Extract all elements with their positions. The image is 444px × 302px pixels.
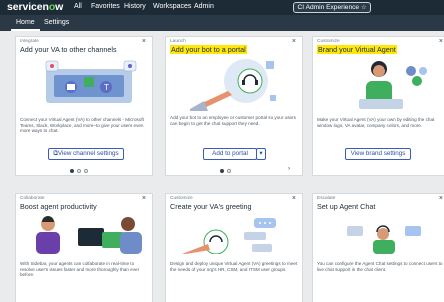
card-category: Escalate <box>317 196 336 201</box>
nav-favorites[interactable]: Favorites <box>91 3 120 10</box>
card-va-greeting: Customize × Create your VA's greeting De… <box>165 193 303 302</box>
tab-home[interactable]: Home <box>11 15 40 31</box>
card-add-bot-portal: Launch × Add your bot to a portal Add yo… <box>165 36 303 176</box>
card-description: Connect your Virtual Agent (VA) to other… <box>20 117 144 134</box>
card-description: You can configure the Agent Chat setting… <box>317 261 443 272</box>
view-brand-settings-button[interactable]: View brand settings <box>345 148 411 160</box>
close-icon[interactable]: × <box>439 195 443 202</box>
collaboration-illustration <box>36 216 142 254</box>
nav-admin[interactable]: Admin <box>194 3 214 10</box>
nav-all[interactable]: All <box>74 3 82 10</box>
top-navigation-bar: servicenow All Favorites History Workspa… <box>0 0 444 15</box>
card-category: Launch <box>170 39 186 44</box>
card-description: Add your bot to an employee or customer … <box>170 115 296 126</box>
carousel-dot[interactable] <box>227 169 231 173</box>
card-category: Customize <box>170 196 193 201</box>
card-description: With Sidebar, your agents can collaborat… <box>20 261 140 278</box>
card-title: Add your bot to a portal <box>170 45 247 54</box>
close-icon[interactable]: × <box>142 195 146 202</box>
carousel-dots <box>70 169 91 173</box>
carousel-dot[interactable] <box>220 169 224 173</box>
card-category: Integrate <box>20 39 39 44</box>
carousel-dot[interactable] <box>84 169 88 173</box>
servicenow-logo[interactable]: servicenow <box>7 1 63 13</box>
card-title: Boost agent productivity <box>20 202 97 211</box>
card-description: Design and deploy unique Virtual Agent (… <box>170 261 298 272</box>
star-icon[interactable]: ☆ <box>361 5 366 11</box>
workspace-pill[interactable]: CI Admin Experience ☆ <box>293 2 371 13</box>
svg-text:T: T <box>104 83 109 92</box>
greeting-illustration <box>182 218 276 254</box>
card-title: Set up Agent Chat <box>317 202 376 211</box>
next-arrow[interactable]: › <box>288 166 290 172</box>
close-icon[interactable]: × <box>292 195 296 202</box>
agent-chat-illustration <box>347 225 421 254</box>
carousel-dot[interactable] <box>70 169 74 173</box>
add-to-portal-button[interactable]: Add to portal <box>203 148 257 160</box>
view-channel-settings-button[interactable]: ⧉View channel settings <box>48 148 124 160</box>
close-icon[interactable]: × <box>439 38 443 45</box>
close-icon[interactable]: × <box>142 38 146 45</box>
carousel-dot[interactable] <box>77 169 81 173</box>
card-description: Make your Virtual Agent (VA) your own by… <box>317 117 435 128</box>
tab-settings[interactable]: Settings <box>39 15 74 31</box>
channels-illustration: T <box>45 60 137 103</box>
branding-illustration <box>359 61 427 109</box>
close-icon[interactable]: × <box>292 38 296 45</box>
portal-illustration <box>190 59 276 111</box>
add-to-portal-dropdown[interactable]: ▾ <box>256 148 266 160</box>
card-add-va-channels: Integrate × Add your VA to other channel… <box>15 36 153 176</box>
carousel-dots <box>220 169 234 173</box>
card-category: Customize <box>317 39 340 44</box>
sub-navigation-bar: Home Settings <box>0 15 444 31</box>
caret-down-icon: ▾ <box>259 150 263 157</box>
card-title: Create your VA's greeting <box>170 202 252 211</box>
card-boost-agent: Collaborate × Boost agent productivity W… <box>15 193 153 302</box>
nav-history[interactable]: History <box>124 3 146 10</box>
nav-workspaces[interactable]: Workspaces <box>153 3 191 10</box>
card-category: Collaborate <box>20 196 45 201</box>
card-brand-va: Customize × Brand your Virtual Agent Mak… <box>312 36 444 176</box>
card-agent-chat: Escalate × Set up Agent Chat You can con… <box>312 193 444 302</box>
